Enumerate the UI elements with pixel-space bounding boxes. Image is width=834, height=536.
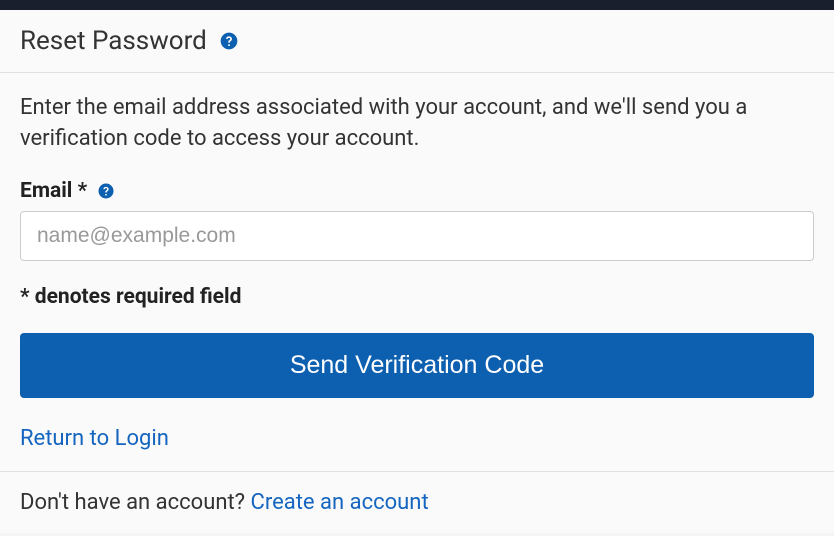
email-label-row: Email * [20,179,814,203]
send-verification-button[interactable]: Send Verification Code [20,333,814,398]
email-input[interactable] [20,211,814,261]
return-to-login-link[interactable]: Return to Login [20,426,169,451]
description-text: Enter the email address associated with … [20,93,814,155]
top-bar [0,0,834,10]
panel-header: Reset Password [0,10,834,73]
help-icon[interactable] [219,31,239,51]
panel-content: Enter the email address associated with … [0,73,834,471]
help-icon[interactable] [97,182,115,200]
email-label: Email * [20,179,87,203]
return-link-row: Return to Login [20,426,814,451]
reset-password-panel: Reset Password Enter the email address a… [0,10,834,533]
page-title: Reset Password [20,26,207,56]
required-note: * denotes required field [20,285,814,309]
footer-prompt: Don't have an account? [20,490,251,515]
email-form-group: Email * [20,179,814,261]
create-account-link[interactable]: Create an account [251,490,429,515]
panel-footer: Don't have an account? Create an account [0,471,834,533]
